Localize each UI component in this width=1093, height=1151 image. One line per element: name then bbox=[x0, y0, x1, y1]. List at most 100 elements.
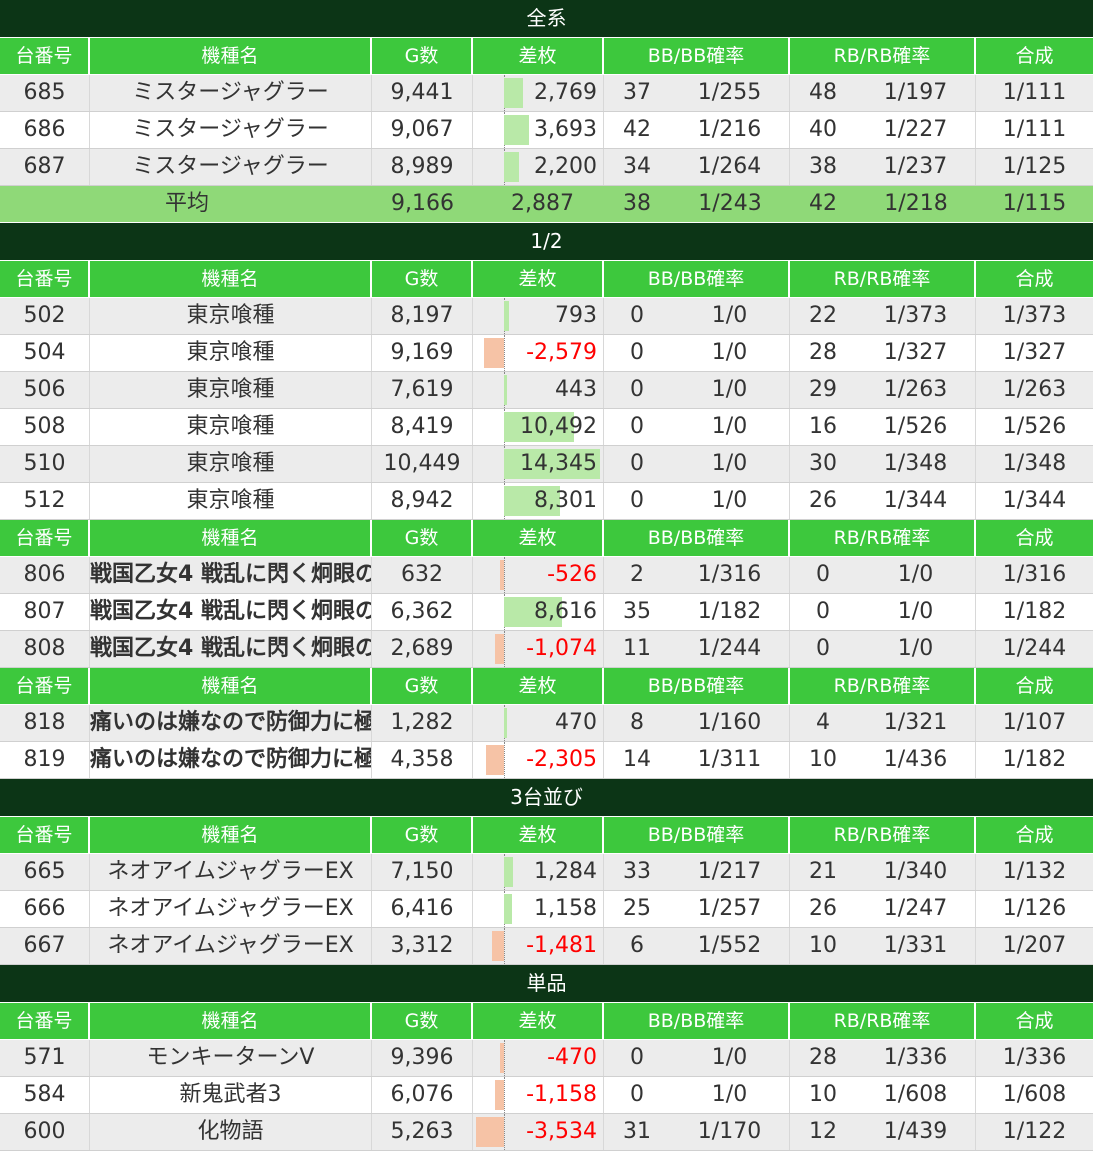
diff-bar bbox=[486, 745, 504, 775]
diff-cell: 470 bbox=[473, 705, 604, 741]
average-diff-value: 2,887 bbox=[511, 191, 574, 216]
header-combined: 合成 bbox=[1015, 1010, 1054, 1032]
rb-count: 38 bbox=[809, 154, 837, 179]
game-count: 8,942 bbox=[372, 483, 473, 519]
diff-bar bbox=[484, 338, 504, 368]
bb-rate: 1/217 bbox=[670, 854, 790, 890]
column-header-row: 台番号 機種名 G数 差枚 BB/BB確率 RB/RB確率 合成 bbox=[0, 668, 1093, 705]
machine-number: 571 bbox=[0, 1040, 90, 1076]
table-row: 667 ネオアイムジャグラーEX 3,312 -1,481 6 1/552 10 1/331 1… bbox=[0, 928, 1093, 965]
header-rb: RB/RB確率 bbox=[790, 520, 976, 556]
bb-rate: 1/264 bbox=[670, 149, 790, 185]
bb-count: 0 bbox=[630, 340, 644, 365]
rb-count: 28 bbox=[809, 340, 837, 365]
diff-bar bbox=[495, 634, 504, 664]
section-title: 単品 bbox=[0, 965, 1093, 1003]
bb-rate: 1/244 bbox=[670, 631, 790, 667]
combined-rate: 1/373 bbox=[1002, 303, 1067, 328]
average-combined: 1/115 bbox=[1002, 191, 1067, 216]
game-count: 8,419 bbox=[372, 409, 473, 445]
table-row: 686 ミスタージャグラー 9,067 3,693 42 1/216 40 1/227 1/11… bbox=[0, 112, 1093, 149]
machine-number: 508 bbox=[0, 409, 90, 445]
rb-rate: 1/0 bbox=[856, 557, 976, 593]
diff-value: -1,074 bbox=[526, 636, 597, 661]
rb-count: 0 bbox=[816, 599, 830, 624]
diff-value: -3,534 bbox=[526, 1119, 597, 1144]
bb-count: 11 bbox=[623, 636, 651, 661]
rb-rate: 1/247 bbox=[856, 891, 976, 927]
game-count: 6,076 bbox=[372, 1077, 473, 1113]
diff-axis bbox=[504, 335, 505, 371]
rb-count: 40 bbox=[809, 117, 837, 142]
diff-axis bbox=[504, 928, 505, 964]
rb-count: 0 bbox=[816, 636, 830, 661]
rb-rate: 1/0 bbox=[856, 631, 976, 667]
diff-axis bbox=[504, 1114, 505, 1150]
diff-value: 1,158 bbox=[534, 896, 597, 921]
table-row: 818痛いのは嫌なので防御力に極振りしたいと思います。1,282 470 8 1/16… bbox=[0, 705, 1093, 742]
bb-count: 31 bbox=[623, 1119, 651, 1144]
combined-rate: 1/126 bbox=[1002, 896, 1067, 921]
bb-count: 35 bbox=[623, 599, 651, 624]
machine-number: 512 bbox=[0, 483, 90, 519]
diff-value: -2,579 bbox=[526, 340, 597, 365]
game-count: 9,067 bbox=[372, 112, 473, 148]
diff-cell: 2,200 bbox=[473, 149, 604, 185]
diff-value: 2,200 bbox=[534, 154, 597, 179]
header-bb: BB/BB確率 bbox=[604, 261, 790, 297]
diff-value: 8,616 bbox=[534, 599, 597, 624]
diff-value: 1,284 bbox=[534, 859, 597, 884]
header-no: 台番号 bbox=[0, 520, 90, 556]
combined-rate: 1/263 bbox=[1002, 377, 1067, 402]
diff-cell: -1,158 bbox=[473, 1077, 604, 1113]
diff-bar bbox=[492, 931, 504, 961]
combined-rate: 1/327 bbox=[1002, 340, 1067, 365]
combined-rate: 1/608 bbox=[1002, 1082, 1067, 1107]
diff-axis bbox=[504, 1040, 505, 1076]
header-no: 台番号 bbox=[0, 38, 90, 74]
diff-bar bbox=[504, 894, 512, 924]
game-count: 4,358 bbox=[372, 742, 473, 778]
rb-rate: 1/344 bbox=[856, 483, 976, 519]
machine-name: ネオアイムジャグラーEX bbox=[90, 928, 372, 964]
diff-value: -1,481 bbox=[526, 933, 597, 958]
column-header-row: 台番号 機種名 G数 差枚 BB/BB確率 RB/RB確率 合成 bbox=[0, 1003, 1093, 1040]
rb-rate: 1/237 bbox=[856, 149, 976, 185]
rb-rate: 1/227 bbox=[856, 112, 976, 148]
diff-cell: 3,693 bbox=[473, 112, 604, 148]
rb-count: 22 bbox=[809, 303, 837, 328]
rb-count: 10 bbox=[809, 747, 837, 772]
bb-rate: 1/311 bbox=[670, 742, 790, 778]
rb-count: 16 bbox=[809, 414, 837, 439]
diff-value: -470 bbox=[547, 1045, 597, 1070]
bb-rate: 1/257 bbox=[670, 891, 790, 927]
header-games: G数 bbox=[372, 38, 473, 74]
section-title: 1/2 bbox=[0, 223, 1093, 261]
header-no: 台番号 bbox=[0, 668, 90, 704]
diff-value: 3,693 bbox=[534, 117, 597, 142]
table-row: 807戦国乙女4 戦乱に閃く炯眼の軍師6,362 8,616 35 1/182 0 1/0… bbox=[0, 594, 1093, 631]
diff-cell: 8,616 bbox=[473, 594, 604, 630]
diff-bar bbox=[504, 301, 509, 331]
diff-cell: 1,284 bbox=[473, 854, 604, 890]
header-bb: BB/BB確率 bbox=[604, 668, 790, 704]
game-count: 1,282 bbox=[372, 705, 473, 741]
game-count: 10,449 bbox=[372, 446, 473, 482]
diff-cell: 793 bbox=[473, 298, 604, 334]
machine-number: 504 bbox=[0, 335, 90, 371]
diff-value: -526 bbox=[547, 562, 597, 587]
machine-name: 化物語 bbox=[90, 1114, 372, 1150]
section-title: 3台並び bbox=[0, 779, 1093, 817]
header-name: 機種名 bbox=[90, 1003, 372, 1039]
machine-number: 808 bbox=[0, 631, 90, 667]
combined-rate: 1/182 bbox=[1002, 747, 1067, 772]
machine-number: 506 bbox=[0, 372, 90, 408]
game-count: 3,312 bbox=[372, 928, 473, 964]
rb-rate: 1/0 bbox=[856, 594, 976, 630]
rb-rate: 1/327 bbox=[856, 335, 976, 371]
rb-count: 0 bbox=[816, 562, 830, 587]
diff-bar bbox=[476, 1117, 504, 1147]
table-row: 666 ネオアイムジャグラーEX 6,416 1,158 25 1/257 26 1/247 1… bbox=[0, 891, 1093, 928]
table-row: 512 東京喰種 8,942 8,301 0 1/0 26 1/344 1/344 bbox=[0, 483, 1093, 520]
game-count: 2,689 bbox=[372, 631, 473, 667]
